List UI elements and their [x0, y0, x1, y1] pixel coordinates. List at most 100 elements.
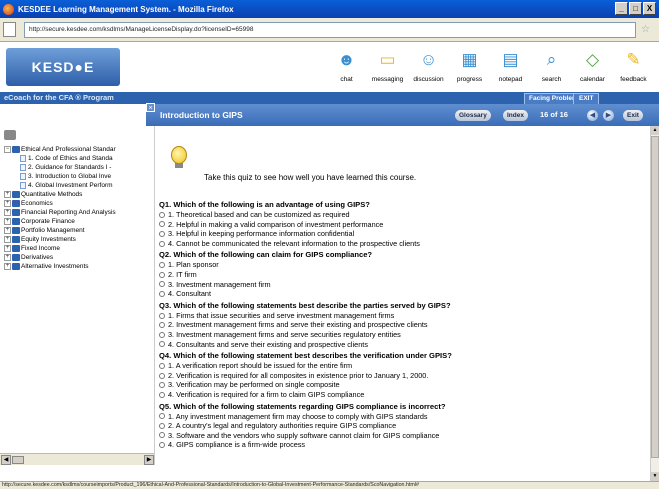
course-exit-button[interactable]: Exit	[623, 110, 643, 121]
tree-child[interactable]: 3. Introduction to Global Inve	[4, 172, 154, 181]
expand-icon[interactable]: +	[4, 191, 11, 198]
close-button[interactable]: X	[643, 2, 656, 15]
answer-option[interactable]: 3. Verification may be performed on sing…	[159, 380, 649, 390]
tree-item[interactable]: + Equity Investments	[4, 235, 154, 244]
radio-button[interactable]	[159, 331, 165, 338]
radio-button[interactable]	[159, 230, 165, 237]
collapse-sidebar-icon[interactable]: ×	[146, 103, 155, 112]
tool-notepad[interactable]: ▤ notepad	[490, 48, 531, 83]
scroll-left-icon[interactable]: ◀	[1, 455, 11, 465]
tree-item[interactable]: + Financial Reporting And Analysis	[4, 208, 154, 217]
answer-option[interactable]: 4. Consultant	[159, 289, 649, 299]
tool-messaging[interactable]: ▭ messaging	[367, 48, 408, 83]
maximize-button[interactable]: □	[629, 2, 642, 15]
radio-button[interactable]	[159, 281, 165, 288]
tool-feedback[interactable]: ✎ feedback	[613, 48, 654, 83]
expand-icon[interactable]: +	[4, 200, 11, 207]
radio-button[interactable]	[159, 413, 165, 420]
index-button[interactable]: Index	[503, 110, 528, 121]
lms-header: KESD●E ☻ chat ▭ messaging ☺ discussion ▦ pro…	[0, 42, 659, 92]
answer-option[interactable]: 2. IT firm	[159, 270, 649, 280]
tool-discussion[interactable]: ☺ discussion	[408, 48, 449, 83]
question-3: Q3. Which of the following statements be…	[159, 300, 451, 310]
answer-option[interactable]: 4. GIPS compliance is a firm-wide proces…	[159, 440, 649, 450]
prev-page-icon[interactable]: ◀	[587, 110, 598, 121]
radio-button[interactable]	[159, 271, 165, 278]
bookmark-star-icon[interactable]: ☆	[641, 24, 653, 36]
tree-item[interactable]: + Corporate Finance	[4, 217, 154, 226]
radio-button[interactable]	[159, 442, 165, 449]
expand-icon[interactable]: +	[4, 218, 11, 225]
collapse-icon[interactable]: −	[4, 146, 11, 153]
tree-item[interactable]: + Quantitative Methods	[4, 190, 154, 199]
page-icon	[3, 22, 16, 37]
expand-icon[interactable]: +	[4, 236, 11, 243]
scroll-up-icon[interactable]: ▲	[651, 126, 659, 135]
radio-button[interactable]	[159, 372, 165, 379]
scroll-thumb[interactable]	[651, 136, 659, 458]
radio-button[interactable]	[159, 391, 165, 398]
bulb-base	[175, 163, 183, 168]
page-icon	[20, 164, 26, 171]
scroll-down-icon[interactable]: ▼	[651, 472, 659, 481]
tree-item[interactable]: + Derivatives	[4, 253, 154, 262]
answer-option[interactable]: 3. Software and the vendors who supply s…	[159, 431, 649, 441]
tool-chat[interactable]: ☻ chat	[326, 48, 367, 83]
radio-button[interactable]	[159, 211, 165, 218]
answer-option[interactable]: 3. Investment management firm	[159, 280, 649, 290]
scroll-right-icon[interactable]: ▶	[144, 455, 154, 465]
tree-child[interactable]: 2. Guidance for Standards I -	[4, 163, 154, 172]
scroll-thumb[interactable]	[12, 456, 24, 464]
tree-child[interactable]: 4. Global Investment Perform	[4, 181, 154, 190]
tree-item[interactable]: + Fixed Income	[4, 244, 154, 253]
answer-option[interactable]: 3. Investment management firms and serve…	[159, 330, 649, 340]
tool-search[interactable]: ⌕ search	[531, 48, 572, 83]
answer-option[interactable]: 2. Verification is required for all comp…	[159, 371, 649, 381]
minimize-button[interactable]: _	[615, 2, 628, 15]
radio-button[interactable]	[159, 362, 165, 369]
sidebar-horizontal-scrollbar[interactable]: ◀ ▶	[0, 453, 154, 465]
answer-option[interactable]: 1. Theoretical based and can be customiz…	[159, 210, 649, 220]
answer-option[interactable]: 4. Cannot be communicated the relevant i…	[159, 239, 649, 249]
tree-child[interactable]: 1. Code of Ethics and Standa	[4, 154, 154, 163]
tree-item[interactable]: + Portfolio Management	[4, 226, 154, 235]
radio-button[interactable]	[159, 382, 165, 389]
tree-label: 2. Guidance for Standards I -	[28, 164, 112, 171]
answer-option[interactable]: 4. Verification is required for a firm t…	[159, 390, 649, 400]
tool-progress[interactable]: ▦ progress	[449, 48, 490, 83]
tree-item[interactable]: + Economics	[4, 199, 154, 208]
answer-option[interactable]: 1. A verification report should be issue…	[159, 361, 649, 371]
answer-option[interactable]: 1. Firms that issue securities and serve…	[159, 311, 649, 321]
radio-button[interactable]	[159, 312, 165, 319]
tree-node-root[interactable]: − Ethical And Professional Standar	[4, 145, 154, 154]
tree-item[interactable]: + Alternative Investments	[4, 262, 154, 271]
answer-option[interactable]: 2. A country's legal and regulatory auth…	[159, 421, 649, 431]
tool-label: notepad	[498, 76, 523, 83]
radio-button[interactable]	[159, 221, 165, 228]
window-title-bar: KESDEE Learning Management System. - Moz…	[0, 0, 659, 18]
tool-calendar[interactable]: ◇ calendar	[572, 48, 613, 83]
radio-button[interactable]	[159, 240, 165, 247]
next-page-icon[interactable]: ▶	[603, 110, 614, 121]
radio-button[interactable]	[159, 322, 165, 329]
url-field[interactable]: http://secure.kesdee.com/ksdlms/ManageLi…	[24, 22, 636, 38]
expand-icon[interactable]: +	[4, 263, 11, 270]
radio-button[interactable]	[159, 290, 165, 297]
expand-icon[interactable]: +	[4, 227, 11, 234]
expand-icon[interactable]: +	[4, 254, 11, 261]
content-vertical-scrollbar[interactable]: ▲ ▼	[650, 126, 659, 481]
answer-option[interactable]: 3. Helpful in keeping performance inform…	[159, 229, 649, 239]
answer-option[interactable]: 2. Investment management firms and serve…	[159, 320, 649, 330]
radio-button[interactable]	[159, 422, 165, 429]
expand-icon[interactable]: +	[4, 245, 11, 252]
answer-option[interactable]: 1. Plan sponsor	[159, 260, 649, 270]
question-1: Q1. Which of the following is an advanta…	[159, 200, 370, 209]
expand-icon[interactable]: +	[4, 209, 11, 216]
radio-button[interactable]	[159, 432, 165, 439]
radio-button[interactable]	[159, 262, 165, 269]
answer-option[interactable]: 2. Helpful in making a valid comparison …	[159, 220, 649, 230]
answer-option[interactable]: 1. Any investment management firm may ch…	[159, 412, 649, 422]
radio-button[interactable]	[159, 341, 165, 348]
glossary-button[interactable]: Glossary	[455, 110, 491, 121]
answer-option[interactable]: 4. Consultants and serve their existing …	[159, 340, 649, 350]
